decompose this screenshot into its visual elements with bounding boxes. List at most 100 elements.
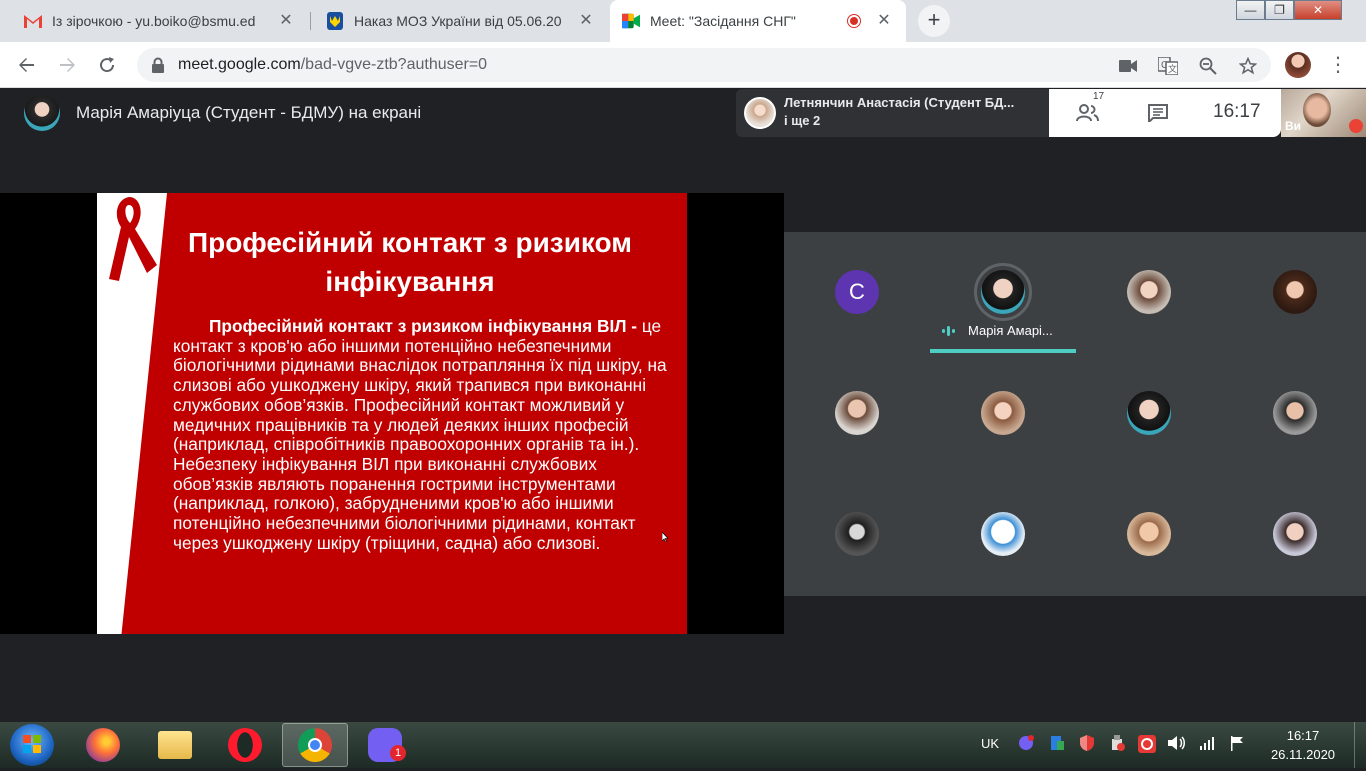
participant-tile-speaking[interactable]: Марія Амарі...: [930, 232, 1076, 353]
participant-tile[interactable]: [1222, 353, 1366, 474]
firefox-icon: [86, 728, 120, 762]
system-clock[interactable]: 16:17 26.11.2020: [1262, 726, 1344, 764]
screen-share: Професійний контакт з ризиком інфікуванн…: [0, 193, 784, 634]
tab-title: Із зірочкою - yu.boiko@bsmu.ed: [52, 13, 256, 29]
avatar: [835, 391, 879, 435]
participant-tile[interactable]: [1222, 474, 1366, 595]
participant-tile[interactable]: [1076, 474, 1222, 595]
forward-icon[interactable]: [53, 51, 81, 79]
chat-icon[interactable]: [1147, 99, 1169, 127]
url-text[interactable]: meet.google.com/bad-vgve-ztb?authuser=0: [178, 56, 487, 74]
show-desktop-button[interactable]: [1354, 722, 1366, 768]
awareness-ribbon-icon: [109, 197, 157, 281]
participant-tile[interactable]: [930, 474, 1076, 595]
viber-tray-icon[interactable]: [1017, 735, 1035, 753]
tab-moz[interactable]: Наказ МОЗ України від 05.06.20 ✕: [314, 0, 608, 42]
mouse-cursor-icon: [662, 532, 668, 542]
opera-icon: [228, 728, 262, 762]
chip-name: Летнянчин Анастасія (Студент БД...: [784, 95, 1015, 110]
explorer-icon: [158, 731, 192, 759]
participant-tile[interactable]: C: [784, 232, 930, 353]
avatar: [835, 512, 879, 556]
participant-tile[interactable]: [1076, 353, 1222, 474]
removable-device-tray-icon[interactable]: [1108, 735, 1126, 753]
shield-tray-icon[interactable]: [1078, 735, 1096, 753]
address-bar[interactable]: meet.google.com/bad-vgve-ztb?authuser=0 …: [137, 48, 1271, 82]
taskbar-chrome[interactable]: [282, 723, 348, 767]
meet-top-bar: 17 16:17: [1049, 89, 1281, 137]
window-controls: — ❐ ✕: [1236, 0, 1342, 22]
self-face: [1303, 93, 1331, 127]
tab-title: Наказ МОЗ України від 05.06.20: [354, 13, 562, 29]
participant-tile[interactable]: [930, 353, 1076, 474]
avatar: [981, 512, 1025, 556]
presentation-slide: Професійний контакт з ризиком інфікуванн…: [97, 193, 687, 634]
new-tab-button[interactable]: +: [918, 5, 950, 37]
participant-count: 17: [1093, 91, 1105, 102]
avatar: [981, 270, 1025, 314]
network-drive-tray-icon[interactable]: [1048, 735, 1066, 753]
slide-body-bold: Професійний контакт з ризиком інфікуванн…: [209, 316, 638, 336]
participant-name-row: Марія Амарі...: [942, 323, 1076, 338]
close-window-button[interactable]: ✕: [1294, 0, 1342, 20]
lock-icon[interactable]: [151, 57, 165, 73]
url-host: meet.google.com: [178, 56, 301, 73]
bookmark-star-icon[interactable]: [1237, 55, 1259, 77]
avatar: [1127, 512, 1171, 556]
avatar-letter: C: [835, 270, 879, 314]
zoom-out-icon[interactable]: [1197, 55, 1219, 77]
chip-more: і ще 2: [784, 113, 821, 128]
back-icon[interactable]: [13, 51, 41, 79]
avatar: [1273, 270, 1317, 314]
participant-tile[interactable]: [784, 353, 930, 474]
self-view[interactable]: Ви: [1281, 89, 1366, 137]
taskbar-explorer[interactable]: [142, 723, 208, 767]
system-time: 16:17: [1286, 728, 1320, 743]
gmail-icon: [24, 12, 42, 30]
audio-wave-icon: [942, 325, 958, 336]
meet-window: Марія Амаріуца (Студент - БДМУ) на екран…: [0, 89, 1366, 722]
chrome-icon: [298, 728, 332, 762]
minimize-button[interactable]: —: [1236, 0, 1265, 20]
camera-in-use-icon[interactable]: [1117, 55, 1139, 77]
language-indicator[interactable]: UK: [981, 736, 999, 751]
taskbar-opera[interactable]: [212, 723, 278, 767]
close-tab-icon[interactable]: ✕: [576, 11, 596, 31]
restore-button[interactable]: ❐: [1265, 0, 1294, 20]
people-icon[interactable]: [1071, 99, 1105, 127]
network-signal-icon[interactable]: [1198, 735, 1216, 753]
participant-tile[interactable]: [1222, 232, 1366, 353]
reload-icon[interactable]: [93, 51, 121, 79]
avatar: [744, 97, 776, 129]
taskbar-firefox[interactable]: [70, 723, 136, 767]
meet-icon: [622, 12, 640, 30]
participant-tile[interactable]: [784, 474, 930, 595]
participants-grid: C Марія Амарі...: [784, 232, 1366, 596]
taskbar-viber[interactable]: 1: [352, 723, 418, 767]
profile-avatar[interactable]: [1285, 52, 1311, 78]
tab-gmail[interactable]: Із зірочкою - yu.boiko@bsmu.ed ✕: [12, 0, 308, 42]
start-button[interactable]: [10, 724, 54, 766]
tab-strip: Із зірочкою - yu.boiko@bsmu.ed ✕ Наказ М…: [0, 0, 1366, 42]
recording-app-tray-icon[interactable]: [1138, 735, 1156, 753]
close-tab-icon[interactable]: ✕: [276, 11, 296, 31]
presenter-bar: Марія Амаріуца (Студент - БДМУ) на екран…: [0, 89, 421, 137]
tab-meet[interactable]: Meet: "Засідання СНГ" ✕: [610, 0, 906, 42]
participants-chip[interactable]: Летнянчин Анастасія (Студент БД... і ще …: [736, 89, 1049, 137]
tab-title: Meet: "Засідання СНГ": [650, 13, 796, 29]
participant-tile[interactable]: [1076, 232, 1222, 353]
slide-body: Професійний контакт з ризиком інфікуванн…: [173, 316, 668, 553]
avatar: [1273, 512, 1317, 556]
avatar: [1127, 391, 1171, 435]
volume-icon[interactable]: [1168, 735, 1186, 753]
trident-icon: [326, 12, 344, 30]
translate-icon[interactable]: G文: [1157, 55, 1179, 77]
participant-name: Марія Амарі...: [968, 323, 1053, 338]
svg-text:文: 文: [1168, 63, 1177, 75]
slide-title: Професійний контакт з ризиком інфікуванн…: [187, 227, 633, 297]
close-tab-icon[interactable]: ✕: [874, 11, 894, 31]
mic-off-icon: [1349, 119, 1363, 133]
slide-body-text: це контакт з кров'ю або іншими потенційн…: [173, 316, 667, 553]
menu-kebab-icon[interactable]: ⋮: [1328, 52, 1348, 78]
action-center-flag-icon[interactable]: [1228, 735, 1246, 753]
